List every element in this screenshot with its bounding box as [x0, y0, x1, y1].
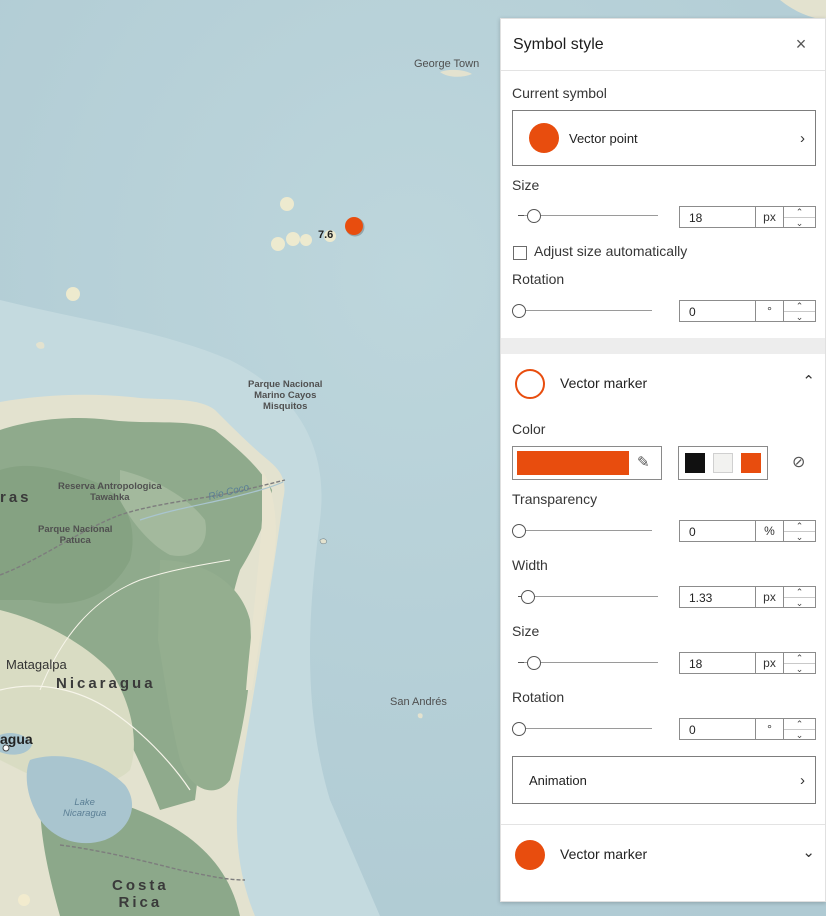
color-swatch-orange[interactable] [741, 453, 761, 473]
current-symbol-name: Vector point [569, 130, 638, 146]
rotation-value[interactable]: 0 [679, 300, 756, 322]
eyedropper-icon[interactable]: ✎ [637, 453, 650, 471]
chevron-right-icon: › [800, 129, 805, 147]
marker-rotation-slider-thumb[interactable] [512, 722, 526, 736]
current-color-swatch [517, 451, 629, 475]
color-swatch-black[interactable] [685, 453, 705, 473]
rotation-label: Rotation [512, 271, 565, 287]
width-slider[interactable] [518, 590, 658, 604]
section-divider [501, 824, 825, 825]
marker-rotation-stepper[interactable]: ⌃ ⌄ [784, 718, 816, 740]
current-symbol-card[interactable]: Vector point › [512, 110, 816, 166]
size-value[interactable]: 18 [679, 206, 756, 228]
marker-size-unit: px [756, 652, 784, 674]
map-label-costa-rica: Costa Rica [112, 877, 169, 911]
chevron-up-icon[interactable]: ⌃ [784, 521, 815, 531]
color-label: Color [512, 421, 546, 437]
marker-size-stepper[interactable]: ⌃ ⌄ [784, 652, 816, 674]
transparency-value[interactable]: 0 [679, 520, 756, 542]
transparency-slider[interactable] [512, 524, 652, 538]
vector-marker-fill-section-header[interactable]: Vector marker ⌄ [501, 827, 825, 885]
rotation-slider[interactable] [512, 304, 652, 318]
adjust-size-checkbox[interactable] [513, 246, 527, 260]
map-label-reserva-tawahka: Reserva Antropologica Tawahka [58, 481, 162, 503]
vector-marker-section-header[interactable]: Vector marker ⌃ [501, 355, 825, 413]
outline-symbol-icon [515, 369, 545, 399]
size-slider[interactable] [518, 209, 658, 223]
vector-marker-fill-title: Vector marker [560, 846, 648, 862]
map-label-george-town: George Town [414, 58, 480, 70]
recent-colors [678, 446, 768, 480]
rotation-stepper[interactable]: ⌃ ⌄ [784, 300, 816, 322]
map-label-cayos-misquitos: Parque Nacional Marino Cayos Misquitos [248, 379, 323, 412]
chevron-down-icon: ⌄ [802, 844, 815, 861]
section-divider [501, 338, 825, 354]
size-label: Size [512, 177, 540, 193]
width-value[interactable]: 1.33 [679, 586, 756, 608]
chevron-down-icon[interactable]: ⌄ [784, 311, 815, 322]
marker-rotation-unit: ° [756, 718, 784, 740]
size-stepper[interactable]: ⌃ ⌄ [784, 206, 816, 228]
rotation-unit: ° [756, 300, 784, 322]
chevron-down-icon[interactable]: ⌄ [784, 597, 815, 608]
width-label: Width [512, 557, 548, 573]
chevron-right-icon: › [800, 771, 805, 789]
marker-size-label: Size [512, 623, 540, 639]
chevron-up-icon: ⌃ [802, 373, 815, 390]
transparency-label: Transparency [512, 491, 598, 507]
marker-size-value[interactable]: 18 [679, 652, 756, 674]
chevron-up-icon[interactable]: ⌃ [784, 207, 815, 217]
panel-header: Symbol style × [501, 19, 825, 71]
width-stepper[interactable]: ⌃ ⌄ [784, 586, 816, 608]
panel-title: Symbol style [513, 35, 604, 53]
chevron-down-icon[interactable]: ⌄ [784, 663, 815, 674]
marker-size-slider[interactable] [518, 656, 658, 670]
chevron-down-icon[interactable]: ⌄ [784, 729, 815, 740]
marker-size-number-input[interactable]: 18 px ⌃ ⌄ [679, 652, 816, 674]
width-number-input[interactable]: 1.33 px ⌃ ⌄ [679, 586, 816, 608]
adjust-size-label: Adjust size automatically [534, 243, 688, 259]
transparency-stepper[interactable]: ⌃ ⌄ [784, 520, 816, 542]
map-label-parque-patuca: Parque Nacional Patuca [38, 524, 113, 546]
marker-rotation-label: Rotation [512, 689, 565, 705]
marker-rotation-number-input[interactable]: 0 ° ⌃ ⌄ [679, 718, 816, 740]
animation-button[interactable]: Animation › [512, 756, 816, 804]
map-label-lake-nicaragua: Lake Nicaragua [63, 797, 107, 819]
no-color-icon[interactable]: ⊘ [792, 452, 805, 472]
transparency-slider-thumb[interactable] [512, 524, 526, 538]
filled-symbol-icon [515, 840, 545, 870]
width-unit: px [756, 586, 784, 608]
map-label-matagalpa: Matagalpa [6, 657, 67, 672]
transparency-unit: % [756, 520, 784, 542]
close-icon[interactable]: × [789, 33, 813, 57]
chevron-up-icon[interactable]: ⌃ [784, 301, 815, 311]
animation-label: Animation [529, 772, 587, 788]
marker-rotation-value[interactable]: 0 [679, 718, 756, 740]
map-point-value-label: 7.6 [318, 229, 334, 241]
current-symbol-label: Current symbol [512, 85, 607, 101]
marker-size-slider-thumb[interactable] [527, 656, 541, 670]
map-label-managua: agua [0, 731, 33, 747]
marker-rotation-slider[interactable] [512, 722, 652, 736]
map-label-honduras: ras [0, 489, 32, 506]
transparency-number-input[interactable]: 0 % ⌃ ⌄ [679, 520, 816, 542]
size-unit: px [756, 206, 784, 228]
vector-point-swatch-icon [529, 123, 559, 153]
chevron-up-icon[interactable]: ⌃ [784, 653, 815, 663]
chevron-down-icon[interactable]: ⌄ [784, 217, 815, 228]
symbol-style-panel: Symbol style × Current symbol Vector poi… [500, 18, 826, 902]
color-picker-button[interactable]: ✎ [512, 446, 662, 480]
map-label-san-andres: San Andrés [390, 696, 447, 708]
chevron-up-icon[interactable]: ⌃ [784, 587, 815, 597]
vector-marker-title: Vector marker [560, 375, 648, 391]
chevron-down-icon[interactable]: ⌄ [784, 531, 815, 542]
rotation-slider-thumb[interactable] [512, 304, 526, 318]
chevron-up-icon[interactable]: ⌃ [784, 719, 815, 729]
rotation-number-input[interactable]: 0 ° ⌃ ⌄ [679, 300, 816, 322]
size-slider-thumb[interactable] [527, 209, 541, 223]
size-number-input[interactable]: 18 px ⌃ ⌄ [679, 206, 816, 228]
map-label-nicaragua: Nicaragua [56, 675, 156, 692]
color-swatch-white[interactable] [713, 453, 733, 473]
width-slider-thumb[interactable] [521, 590, 535, 604]
